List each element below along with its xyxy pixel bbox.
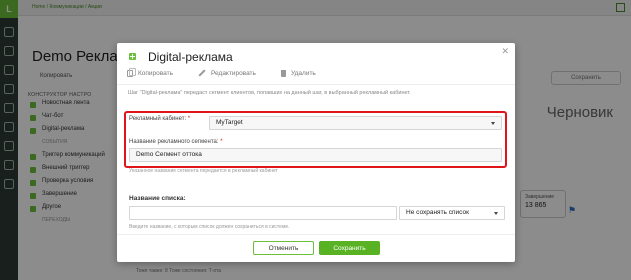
ad-account-select[interactable]: MyTarget: [209, 116, 502, 130]
list-save-value: Не сохранять список: [406, 209, 469, 216]
copy-label: Копировать: [138, 70, 173, 78]
divider: [117, 234, 515, 235]
save-button[interactable]: Сохранить: [319, 241, 380, 255]
list-name-hint: Введите название, с которым список долже…: [129, 224, 290, 230]
required-mark: *: [187, 116, 191, 122]
cancel-button[interactable]: Отменить: [253, 241, 314, 255]
required-mark: *: [220, 139, 223, 145]
delete-label: Удалить: [291, 70, 316, 78]
delete-button[interactable]: Удалить: [281, 70, 316, 77]
segment-name-label: Название рекламного сегмента: *: [129, 139, 223, 145]
dialog-description: Шаг "Digital-реклама" передаст сегмент к…: [128, 90, 411, 96]
copy-button[interactable]: Копировать: [127, 68, 173, 78]
pencil-icon: [198, 69, 206, 77]
ad-account-label: Рекламный кабинет: *: [129, 116, 191, 122]
dialog-title: Digital-реклама: [148, 50, 233, 64]
divider: [117, 84, 515, 85]
segment-name-hint: Указанное название сегмента передается в…: [129, 168, 278, 174]
trash-icon: [281, 70, 286, 77]
chevron-down-icon: [494, 212, 498, 215]
edit-button[interactable]: Редактировать: [198, 69, 256, 77]
close-icon[interactable]: ✕: [501, 46, 509, 57]
ad-account-value: MyTarget: [216, 119, 243, 126]
chevron-down-icon: [491, 122, 495, 125]
edit-label: Редактировать: [211, 70, 256, 77]
copy-icon: [127, 68, 136, 77]
digital-ad-dialog: Digital-реклама ✕ Копировать Редактирова…: [117, 43, 515, 262]
list-name-input[interactable]: [129, 206, 397, 220]
list-name-label: Название списка:: [129, 195, 186, 202]
step-type-icon: [129, 53, 136, 60]
segment-name-input[interactable]: Demo Сегмент оттока: [129, 148, 502, 162]
list-save-select[interactable]: Не сохранять список: [399, 206, 505, 220]
